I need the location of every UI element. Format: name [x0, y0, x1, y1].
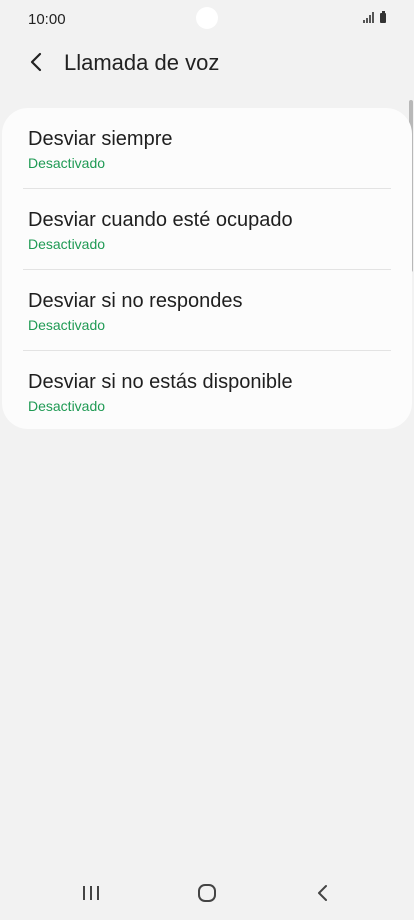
option-title: Desviar si no estás disponible	[28, 371, 293, 393]
option-desviar-ocupado[interactable]: Desviar cuando esté ocupado Desactivado	[2, 189, 412, 269]
signal-icon	[363, 12, 374, 23]
page-title: Llamada de voz	[64, 50, 220, 75]
option-desviar-no-responde[interactable]: Desviar si no respondes Desactivado	[2, 270, 412, 350]
option-status: Desactivado	[28, 236, 106, 252]
battery-icon	[380, 11, 386, 23]
chevron-left-icon[interactable]	[22, 48, 50, 76]
option-status: Desactivado	[28, 317, 106, 333]
camera-cutout	[196, 7, 218, 29]
forwarding-options-card: Desviar siempre Desactivado Desviar cuan…	[2, 108, 412, 429]
option-desviar-siempre[interactable]: Desviar siempre Desactivado	[2, 108, 412, 188]
option-desviar-no-disponible[interactable]: Desviar si no estás disponible Desactiva…	[2, 351, 412, 429]
home-icon[interactable]	[192, 878, 222, 908]
option-title: Desviar siempre	[28, 128, 173, 150]
option-title: Desviar si no respondes	[28, 290, 243, 312]
option-status: Desactivado	[28, 155, 106, 171]
header: Llamada de voz	[0, 40, 414, 86]
navigation-bar	[0, 868, 414, 920]
status-bar: 10:00	[0, 0, 414, 38]
status-icons	[363, 11, 386, 23]
option-title: Desviar cuando esté ocupado	[28, 209, 293, 231]
back-icon[interactable]	[308, 878, 338, 908]
option-status: Desactivado	[28, 398, 106, 414]
status-time: 10:00	[28, 11, 66, 28]
recent-apps-icon[interactable]	[76, 878, 106, 908]
